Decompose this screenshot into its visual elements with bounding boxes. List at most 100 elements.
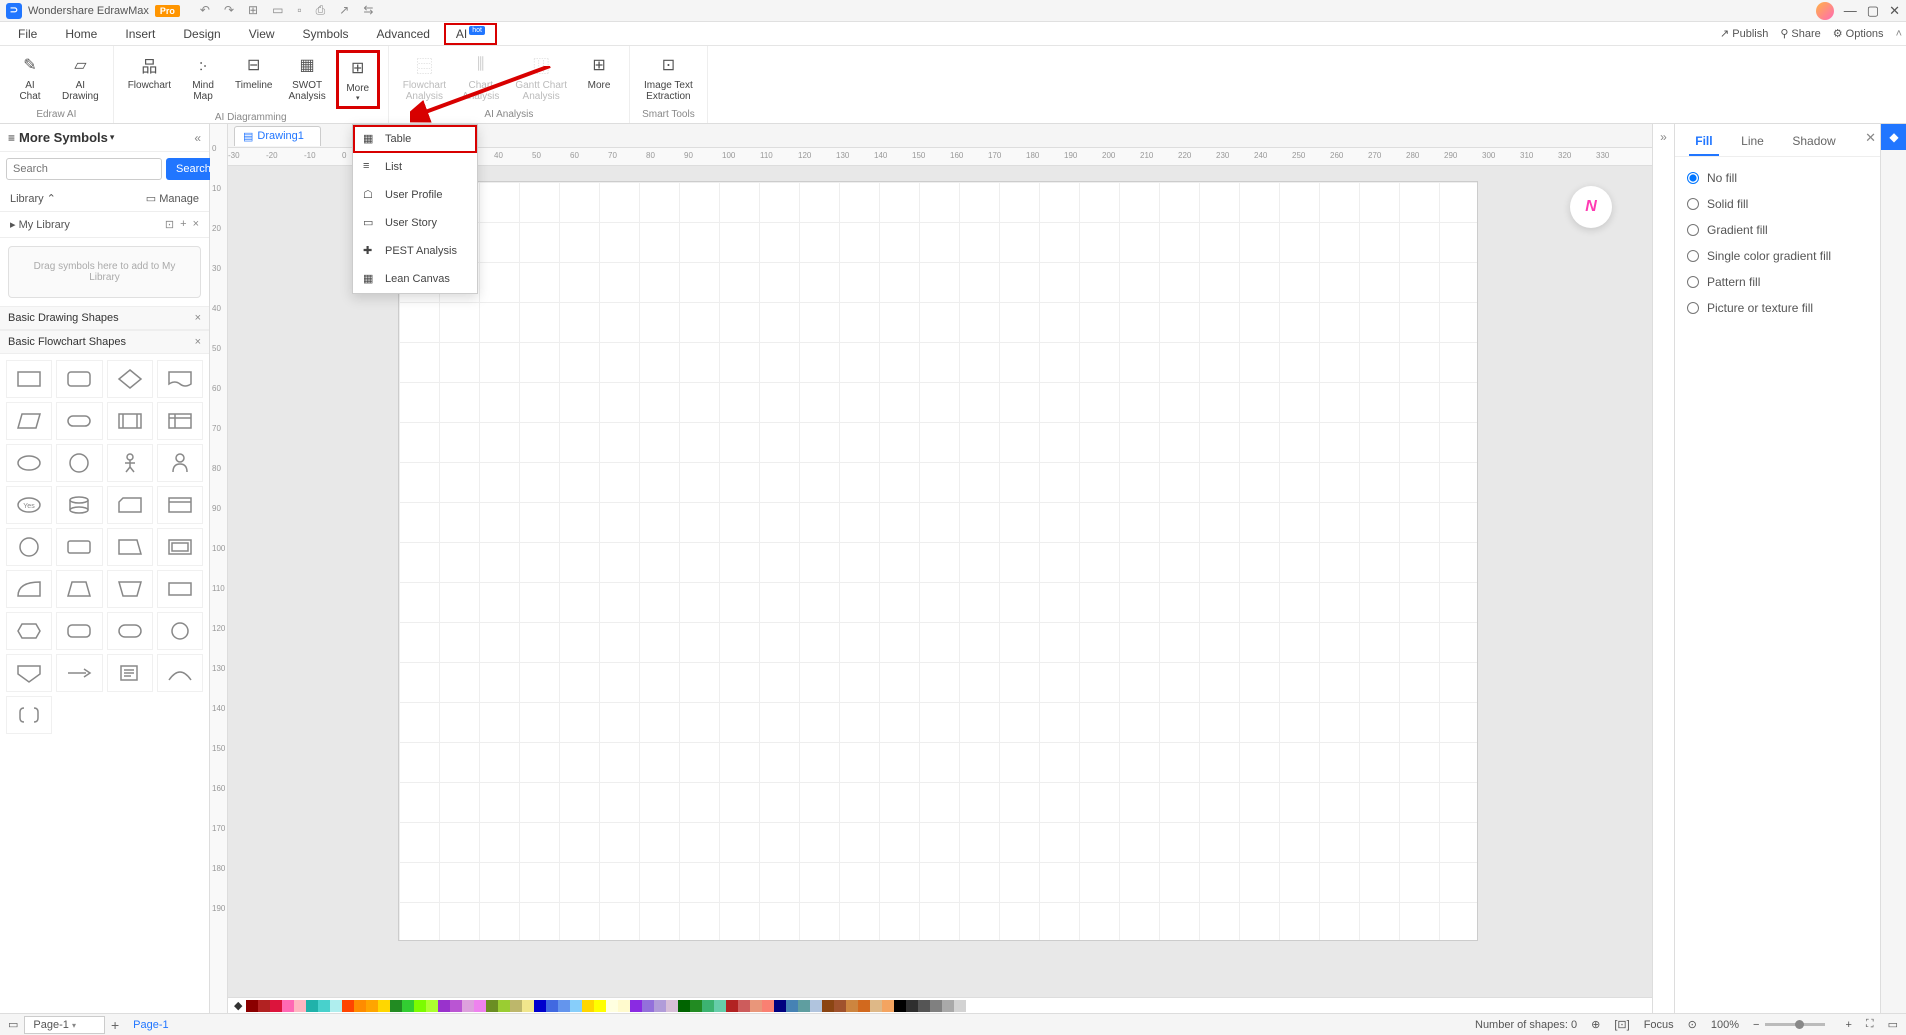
tab-shadow[interactable]: Shadow (1786, 128, 1841, 156)
page-tab[interactable]: Page-1 ▾ (24, 1016, 105, 1034)
ai-drawing-tool[interactable]: ▱AIDrawing (56, 50, 105, 106)
swot-tool[interactable]: ▦SWOTAnalysis (282, 50, 331, 109)
color-swatch[interactable] (246, 1000, 258, 1012)
redo-icon[interactable]: ↷ (224, 3, 234, 18)
dropdown-item-story[interactable]: ▭User Story (353, 209, 477, 237)
eyedropper-icon[interactable]: ◆ (234, 999, 242, 1012)
target-icon[interactable]: ⊕ (1591, 1018, 1600, 1031)
shape-hexagon[interactable] (6, 612, 52, 650)
page-list-icon[interactable]: ▭ (8, 1018, 18, 1031)
shape-ellipse[interactable] (6, 444, 52, 482)
fill-solid[interactable]: Solid fill (1687, 191, 1868, 217)
my-library-label[interactable]: ▸ My Library (10, 218, 70, 231)
shape-yes[interactable]: Yes (6, 486, 52, 524)
new-icon[interactable]: ⊞ (248, 3, 258, 18)
color-swatch[interactable] (834, 1000, 846, 1012)
shape-parallelogram[interactable] (6, 402, 52, 440)
shape-cylinder[interactable] (56, 486, 102, 524)
zoom-slider[interactable] (1765, 1023, 1825, 1026)
fill-pattern[interactable]: Pattern fill (1687, 269, 1868, 295)
color-swatch[interactable] (510, 1000, 522, 1012)
color-swatch[interactable] (930, 1000, 942, 1012)
fill-none[interactable]: No fill (1687, 165, 1868, 191)
color-swatch[interactable] (402, 1000, 414, 1012)
menu-insert[interactable]: Insert (111, 23, 169, 45)
color-swatch[interactable] (582, 1000, 594, 1012)
menu-design[interactable]: Design (169, 23, 234, 45)
color-swatch[interactable] (474, 1000, 486, 1012)
fullscreen-icon[interactable]: ⛶ (1866, 1018, 1874, 1031)
menu-symbols[interactable]: Symbols (289, 23, 363, 45)
color-swatch[interactable] (306, 1000, 318, 1012)
close-drawing-section-icon[interactable]: × (195, 312, 201, 324)
fill-picture[interactable]: Picture or texture fill (1687, 295, 1868, 321)
color-swatch[interactable] (702, 1000, 714, 1012)
color-swatch[interactable] (258, 1000, 270, 1012)
flowchart-analysis-tool[interactable]: ⿳FlowchartAnalysis (397, 50, 452, 106)
color-swatch[interactable] (714, 1000, 726, 1012)
collapse-panel-icon[interactable]: « (194, 131, 201, 145)
color-swatch[interactable] (642, 1000, 654, 1012)
color-swatch[interactable] (342, 1000, 354, 1012)
color-swatch[interactable] (378, 1000, 390, 1012)
color-swatch[interactable] (690, 1000, 702, 1012)
shape-circle[interactable] (56, 444, 102, 482)
shape-circle3[interactable] (157, 612, 203, 650)
color-swatch[interactable] (366, 1000, 378, 1012)
print-icon[interactable]: ⎙ (316, 3, 326, 18)
color-swatch[interactable] (594, 1000, 606, 1012)
dropdown-item-lean[interactable]: ▦Lean Canvas (353, 265, 477, 293)
color-swatch[interactable] (354, 1000, 366, 1012)
fill-single-gradient[interactable]: Single color gradient fill (1687, 243, 1868, 269)
menu-home[interactable]: Home (51, 23, 111, 45)
color-swatch[interactable] (438, 1000, 450, 1012)
shape-trap2[interactable] (107, 570, 153, 608)
focus-button[interactable]: Focus (1644, 1019, 1674, 1031)
shape-rounded4[interactable] (107, 612, 153, 650)
color-swatch[interactable] (678, 1000, 690, 1012)
shape-card[interactable] (107, 486, 153, 524)
color-swatch[interactable] (558, 1000, 570, 1012)
export-icon[interactable]: ↗ (339, 3, 349, 18)
color-swatch[interactable] (546, 1000, 558, 1012)
more-diagramming-tool[interactable]: ⊞More▾ (336, 50, 380, 109)
add-page-button[interactable]: + (111, 1017, 119, 1033)
minimize-icon[interactable]: — (1844, 3, 1857, 19)
timeline-tool[interactable]: ⊟Timeline (229, 50, 278, 109)
color-swatch[interactable] (906, 1000, 918, 1012)
color-swatch[interactable] (414, 1000, 426, 1012)
menu-advanced[interactable]: Advanced (363, 23, 444, 45)
shape-triangle[interactable] (56, 570, 102, 608)
color-swatch[interactable] (606, 1000, 618, 1012)
color-swatch[interactable] (534, 1000, 546, 1012)
color-swatch[interactable] (810, 1000, 822, 1012)
tab-line[interactable]: Line (1735, 128, 1770, 156)
dropdown-item-table[interactable]: ▦Table (353, 125, 477, 153)
color-swatch[interactable] (390, 1000, 402, 1012)
shape-frame[interactable] (157, 528, 203, 566)
shape-predefined[interactable] (107, 402, 153, 440)
color-swatch[interactable] (282, 1000, 294, 1012)
close-flowchart-section-icon[interactable]: × (195, 336, 201, 348)
close-format-panel-icon[interactable]: ✕ (1865, 130, 1876, 146)
basic-drawing-header[interactable]: Basic Drawing Shapes (8, 312, 119, 324)
color-swatch[interactable] (618, 1000, 630, 1012)
color-swatch[interactable] (858, 1000, 870, 1012)
gantt-analysis-tool[interactable]: ⿲Gantt ChartAnalysis (509, 50, 573, 106)
shape-curve[interactable] (157, 654, 203, 692)
color-swatch[interactable] (726, 1000, 738, 1012)
ai-chat-tool[interactable]: ✎AIChat (8, 50, 52, 106)
manage-library-button[interactable]: ▭ Manage (146, 192, 199, 205)
lib-expand-icon[interactable]: ⊡ (165, 218, 174, 231)
color-swatch[interactable] (498, 1000, 510, 1012)
shape-actor[interactable] (107, 444, 153, 482)
shape-rounded-rect[interactable] (56, 360, 102, 398)
shape-rounded2[interactable] (56, 528, 102, 566)
image-text-extraction-tool[interactable]: ⊡Image TextExtraction (638, 50, 699, 106)
maximize-icon[interactable]: ▢ (1867, 3, 1879, 19)
user-avatar[interactable] (1816, 2, 1834, 20)
color-swatch[interactable] (318, 1000, 330, 1012)
collapse-ribbon-icon[interactable]: ˄ (1896, 28, 1902, 40)
flowchart-tool[interactable]: 品Flowchart (122, 50, 177, 109)
library-drop-zone[interactable]: Drag symbols here to add to My Library (8, 246, 201, 298)
